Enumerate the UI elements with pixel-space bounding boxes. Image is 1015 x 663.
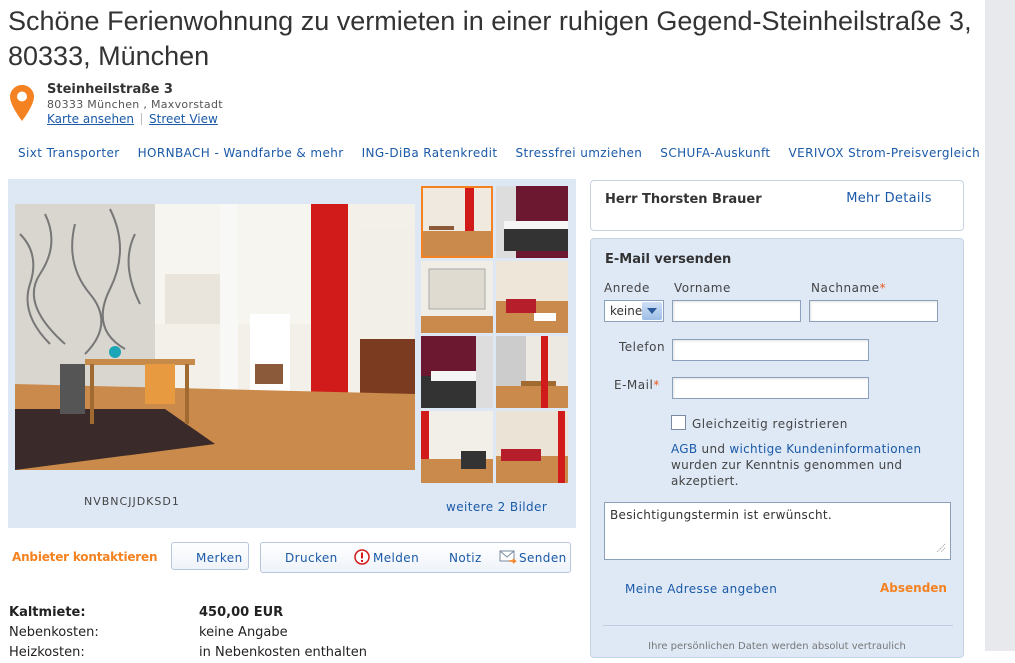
address-street: Steinheilstraße 3 xyxy=(47,82,173,97)
agent-name: Herr Thorsten Brauer xyxy=(605,192,762,207)
privacy-note: Ihre persönlichen Daten werden absolut v… xyxy=(648,641,906,652)
fact-row: Nebenkosten: keine Angabe xyxy=(9,623,569,643)
divider xyxy=(603,625,953,626)
more-images-link[interactable]: weitere 2 Bilder xyxy=(446,500,547,514)
my-address-link[interactable]: Meine Adresse angeben xyxy=(625,582,777,596)
address-city: 80333 München , Maxvorstadt xyxy=(47,98,223,111)
fact-value: in Nebenkosten enthalten xyxy=(199,645,367,660)
address-block: Steinheilstraße 3 80333 München , Maxvor… xyxy=(47,82,223,127)
thumbnail[interactable] xyxy=(421,186,493,258)
phone-label: Telefon xyxy=(619,340,666,354)
sponsored-links: Sixt Transporter HORNBACH - Wandfarbe & m… xyxy=(18,145,980,161)
email-label: E-Mail* xyxy=(614,378,660,392)
send-button[interactable]: Senden xyxy=(519,551,567,565)
image-gallery: NVBNCJJDKSD1 weitere 2 Bilder xyxy=(8,179,576,528)
page-title: Schöne Ferienwohnung zu vermieten in ein… xyxy=(8,6,972,71)
submit-button[interactable]: Absenden xyxy=(880,581,947,595)
page-scroll-gutter xyxy=(985,0,1015,651)
fact-label: Heizkosten: xyxy=(9,645,85,660)
lastname-label: Nachname* xyxy=(811,281,886,295)
note-button[interactable]: Notiz xyxy=(449,551,482,565)
firstname-label: Vorname xyxy=(674,281,731,295)
agent-card: Herr Thorsten Brauer Mehr Details xyxy=(590,180,964,231)
fact-row: Heizkosten: in Nebenkosten enthalten xyxy=(9,643,569,663)
email-label-text: E-Mail xyxy=(614,378,654,392)
chevron-down-icon xyxy=(642,302,662,320)
register-label: Gleichzeitig registrieren xyxy=(692,417,848,431)
action-toolbar: Drucken Melden Notiz Senden xyxy=(260,542,571,573)
street-view-link[interactable]: Street View xyxy=(149,112,218,126)
salutation-label: Anrede xyxy=(604,281,650,295)
thumbnail[interactable] xyxy=(421,411,493,483)
contact-seller-link[interactable]: Anbieter kontaktieren xyxy=(12,550,157,564)
ad-link[interactable]: ING-DiBa Ratenkredit xyxy=(362,146,498,160)
map-pin-icon xyxy=(9,84,35,126)
fact-label: Kaltmiete: xyxy=(9,605,86,620)
save-button-label: Merken xyxy=(196,551,243,565)
resize-grip-icon[interactable] xyxy=(936,542,946,556)
terms-text: AGB und wichtige Kundeninformationen wur… xyxy=(671,441,941,489)
thumbnail[interactable] xyxy=(496,411,568,483)
warning-icon xyxy=(354,549,370,568)
thumbnail[interactable] xyxy=(496,261,568,333)
thumbnail[interactable] xyxy=(496,186,568,258)
fact-value: keine Angabe xyxy=(199,625,288,640)
agb-link[interactable]: AGB xyxy=(671,442,697,456)
thumbnail[interactable] xyxy=(421,261,493,333)
listing-id: NVBNCJJDKSD1 xyxy=(84,495,180,508)
ad-link[interactable]: VERIVOX Strom-Preisvergleich xyxy=(789,146,981,160)
required-marker: * xyxy=(653,378,660,392)
report-button[interactable]: Melden xyxy=(373,551,419,565)
lastname-input[interactable] xyxy=(809,300,938,322)
ad-link[interactable]: Sixt Transporter xyxy=(18,146,120,160)
email-input[interactable] xyxy=(672,377,869,399)
thumbnail[interactable] xyxy=(421,336,493,408)
salutation-select[interactable]: keine xyxy=(604,300,664,322)
ad-link[interactable]: SCHUFA-Auskunft xyxy=(660,146,770,160)
more-details-link[interactable]: Mehr Details xyxy=(846,191,932,207)
required-marker: * xyxy=(879,281,887,295)
register-checkbox[interactable] xyxy=(671,415,686,430)
form-title: E-Mail versenden xyxy=(605,252,732,267)
fact-row: Kaltmiete: 450,00 EUR xyxy=(9,603,569,623)
fact-value: 450,00 EUR xyxy=(199,605,284,620)
contact-form: E-Mail versenden Anrede Vorname Nachname… xyxy=(590,238,964,658)
terms-and: und xyxy=(697,442,730,456)
message-textarea[interactable]: Besichtigungstermin ist erwünscht. xyxy=(604,502,951,560)
firstname-input[interactable] xyxy=(672,300,801,322)
ad-link[interactable]: Stressfrei umziehen xyxy=(515,146,642,160)
link-divider xyxy=(141,113,143,125)
ad-link[interactable]: HORNBACH - Wandfarbe & mehr xyxy=(138,146,344,160)
print-button[interactable]: Drucken xyxy=(285,551,338,565)
terms-rest: wurden zur Kenntnis genommen und akzepti… xyxy=(671,458,903,488)
customer-info-link[interactable]: wichtige Kundeninformationen xyxy=(729,442,921,456)
message-text: Besichtigungstermin ist erwünscht. xyxy=(610,508,833,522)
mail-forward-icon xyxy=(499,549,517,568)
save-button[interactable]: Merken xyxy=(171,542,249,570)
lastname-label-text: Nachname xyxy=(811,281,880,295)
price-facts: Kaltmiete: 450,00 EUR Nebenkosten: keine A… xyxy=(9,603,569,663)
thumbnail[interactable] xyxy=(496,336,568,408)
fact-label: Nebenkosten: xyxy=(9,625,99,640)
main-photo[interactable] xyxy=(15,204,415,470)
map-link[interactable]: Karte ansehen xyxy=(47,112,134,126)
phone-input[interactable] xyxy=(672,339,869,361)
salutation-value: keine xyxy=(610,304,643,318)
